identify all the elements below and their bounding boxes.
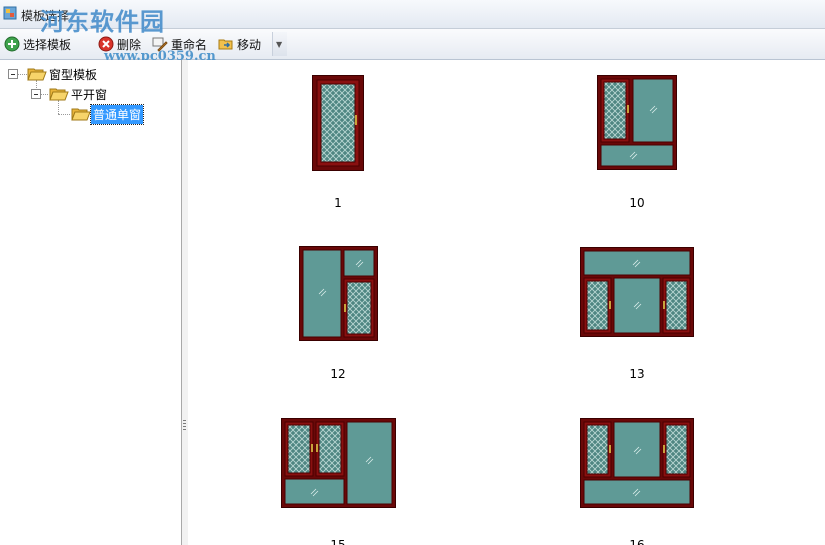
splitter-grip bbox=[183, 420, 186, 432]
tree-node-root-label: 窗型模板 bbox=[49, 67, 98, 82]
template-thumbnail[interactable] bbox=[580, 247, 694, 340]
template-tree: 窗型模板 平开窗 普通单窗 bbox=[0, 60, 181, 545]
template-label: 15 bbox=[330, 538, 346, 545]
window-title: 模板选择 bbox=[21, 9, 70, 23]
select-template-label: 选择模板 bbox=[23, 37, 72, 52]
rename-label: 重命名 bbox=[171, 37, 208, 52]
template-thumbnail[interactable] bbox=[597, 75, 677, 173]
template-label: 16 bbox=[629, 538, 645, 545]
rename-button[interactable]: 重命名 bbox=[152, 34, 207, 54]
open-folder-icon bbox=[27, 68, 47, 81]
title-bar: 模板选择 bbox=[0, 0, 825, 29]
open-folder-icon bbox=[71, 108, 91, 121]
template-thumbnail[interactable] bbox=[299, 246, 378, 344]
collapse-toggle-root[interactable] bbox=[8, 69, 18, 79]
template-thumbnail[interactable] bbox=[312, 75, 364, 174]
move-label: 移动 bbox=[237, 37, 262, 52]
collapse-toggle-child[interactable] bbox=[31, 89, 41, 99]
template-thumbnail[interactable] bbox=[281, 418, 396, 511]
tree-line bbox=[58, 114, 70, 115]
template-label: 10 bbox=[629, 196, 645, 210]
template-label: 13 bbox=[629, 367, 645, 381]
move-button[interactable]: 移动 bbox=[218, 34, 261, 54]
delete-label: 删除 bbox=[117, 37, 142, 52]
chevron-down-icon: ▼ bbox=[276, 40, 283, 49]
delete-button[interactable]: 删除 bbox=[98, 34, 141, 54]
open-folder-icon bbox=[49, 88, 69, 101]
tree-node-leaf[interactable]: 普通单窗 bbox=[71, 103, 145, 125]
toolbar-overflow-button[interactable]: ▼ bbox=[272, 32, 287, 56]
template-label: 1 bbox=[334, 196, 342, 210]
tree-node-leaf-label: 普通单窗 bbox=[89, 103, 145, 125]
toolbar: 选择模板 删除 重命名 移动 ▼ bbox=[0, 29, 825, 60]
template-thumbnail[interactable] bbox=[580, 418, 694, 511]
tree-node-child-label: 平开窗 bbox=[71, 87, 108, 102]
delete-icon bbox=[98, 36, 114, 52]
tree-node-child[interactable]: 平开窗 bbox=[49, 85, 109, 103]
tree-node-root[interactable]: 窗型模板 bbox=[27, 65, 99, 83]
app-icon bbox=[3, 6, 17, 20]
select-template-button[interactable]: 选择模板 bbox=[4, 34, 71, 54]
move-folder-icon bbox=[218, 39, 233, 50]
template-label: 12 bbox=[330, 367, 346, 381]
rename-icon bbox=[152, 37, 168, 52]
template-gallery: 1 10 12 13 15 16 bbox=[188, 60, 825, 545]
add-icon bbox=[4, 36, 20, 52]
